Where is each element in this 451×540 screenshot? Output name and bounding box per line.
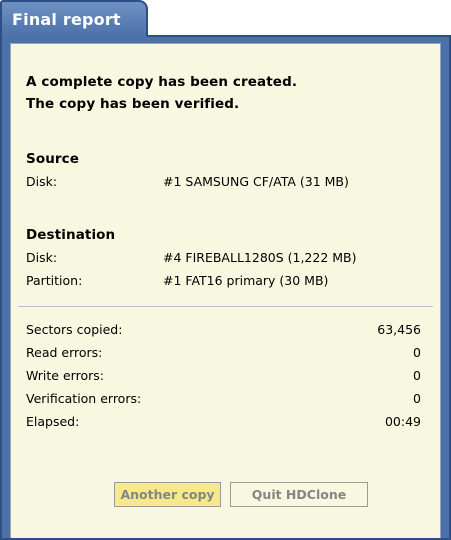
stat-value-read-errors: 0 [413,345,421,360]
tab-final-report[interactable]: Final report [0,0,148,37]
final-report-window: Final report A complete copy has been cr… [0,0,451,540]
stat-value-elapsed: 00:49 [384,414,421,429]
destination-partition-label: Partition: [26,273,83,288]
stat-label: Verification errors: [26,391,142,406]
source-disk-label: Disk: [26,174,58,189]
destination-heading: Destination [26,227,116,243]
quit-hdclone-button[interactable]: Quit HDClone [230,482,368,507]
stat-label: Read errors: [26,345,103,360]
destination-disk-label: Disk: [26,250,58,265]
stat-value-write-errors: 0 [413,368,421,383]
tab-title: Final report [12,10,121,29]
report-content [10,43,441,538]
summary-line-verified: The copy has been verified. [26,96,240,112]
stat-value-sectors-copied: 63,456 [377,322,421,337]
destination-partition-value: #1 FAT16 primary (30 MB) [163,273,329,288]
destination-disk-value: #4 FIREBALL1280S (1,222 MB) [163,250,357,265]
summary-line-created: A complete copy has been created. [26,74,298,90]
stat-label: Sectors copied: [26,322,123,337]
stat-value-verification-errors: 0 [413,391,421,406]
source-disk-value: #1 SAMSUNG CF/ATA (31 MB) [163,174,349,189]
section-divider [18,306,433,307]
another-copy-button[interactable]: Another copy [114,482,221,507]
source-heading: Source [26,151,80,167]
stat-label: Write errors: [26,368,104,383]
stat-label: Elapsed: [26,414,80,429]
